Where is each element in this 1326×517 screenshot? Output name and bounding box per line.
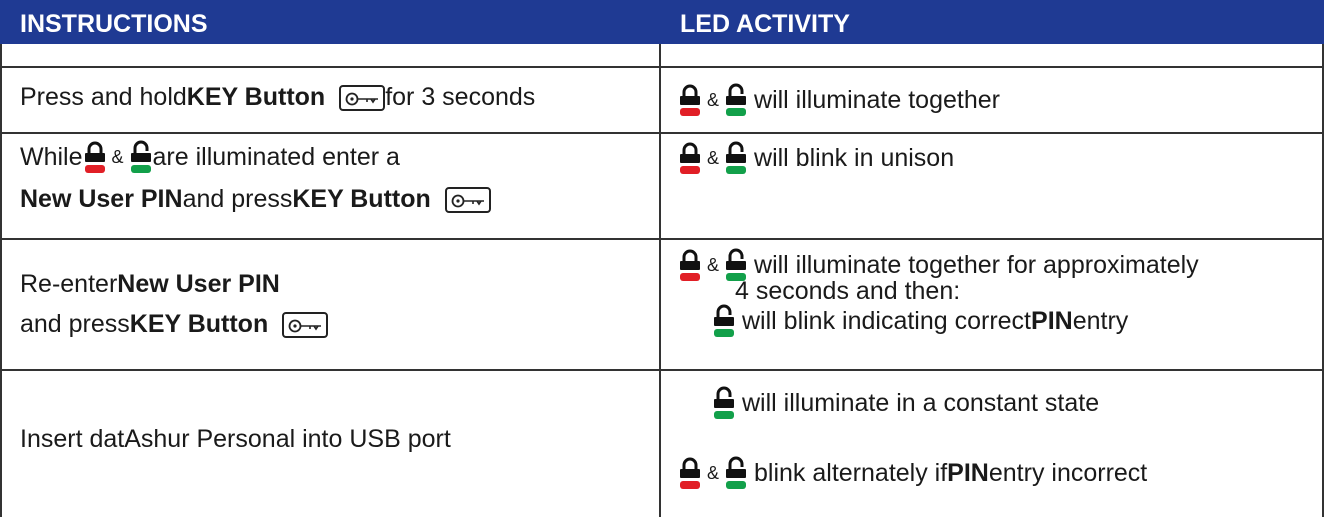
row-divider xyxy=(0,66,1324,68)
row2-led: & will blink in unison xyxy=(678,141,954,175)
row3-led-line3: will blink indicating correct PIN entry xyxy=(712,304,1128,338)
green-unlocked-led-icon xyxy=(724,141,748,175)
text: blink alternately if xyxy=(754,458,948,487)
text: are illuminated enter a xyxy=(152,142,400,171)
text: will blink in unison xyxy=(754,143,955,172)
key-button-icon xyxy=(444,186,491,213)
row1-instruction: Press and hold KEY Button for 3 seconds xyxy=(20,83,535,112)
row3-led-line2: 4 seconds and then: xyxy=(735,277,960,306)
red-locked-led-icon xyxy=(678,456,702,490)
green-unlocked-led-icon xyxy=(724,83,748,117)
key-button-label: KEY Button xyxy=(129,310,269,338)
red-locked-led-icon xyxy=(678,248,702,282)
text: and press xyxy=(20,310,130,338)
text: Insert datAshur Personal into USB port xyxy=(20,425,451,453)
text: for 3 seconds xyxy=(385,83,536,111)
new-user-pin-label: New User PIN xyxy=(117,270,280,298)
green-unlocked-led-icon xyxy=(724,456,748,490)
key-button-label: KEY Button xyxy=(292,185,431,213)
text: entry xyxy=(1072,306,1129,335)
new-user-pin-label: New User PIN xyxy=(20,185,183,213)
key-button-icon xyxy=(339,84,386,111)
red-locked-led-icon xyxy=(678,83,702,117)
ampersand: & xyxy=(707,462,720,483)
text: and press xyxy=(182,185,293,213)
text: Press and hold xyxy=(20,83,187,111)
text: will illuminate together for approximate… xyxy=(754,250,1199,279)
row-divider xyxy=(0,132,1324,134)
green-unlocked-led-icon xyxy=(712,304,736,338)
key-button-label: KEY Button xyxy=(186,83,326,111)
ampersand: & xyxy=(707,89,720,110)
text: will illuminate in a constant state xyxy=(742,388,1100,417)
row-divider xyxy=(0,238,1324,240)
text: will illuminate together xyxy=(754,85,1000,114)
green-unlocked-led-icon xyxy=(129,140,153,174)
text: 4 seconds and then: xyxy=(735,277,961,305)
text: Re-enter xyxy=(20,270,118,298)
ampersand: & xyxy=(111,146,124,167)
table-border-left xyxy=(0,44,2,517)
row-divider xyxy=(0,369,1324,371)
red-locked-led-icon xyxy=(678,141,702,175)
header-instructions: INSTRUCTIONS xyxy=(0,0,660,44)
pin-label: PIN xyxy=(947,458,989,487)
instruction-table: INSTRUCTIONS LED ACTIVITY Press and hold… xyxy=(0,0,1324,517)
row3-instruction-line1: Re-enter New User PIN xyxy=(20,270,280,299)
red-locked-led-icon xyxy=(83,140,107,174)
row3-instruction-line2: and press KEY Button xyxy=(20,310,329,339)
column-divider xyxy=(659,44,661,517)
key-button-icon xyxy=(282,311,329,338)
row2-instruction-line1: While & are illuminated enter a xyxy=(20,140,400,174)
text: will blink indicating correct xyxy=(742,306,1032,335)
row4-led-line2: & blink alternately if PIN entry incorre… xyxy=(678,456,1147,490)
header-led-activity: LED ACTIVITY xyxy=(660,0,1324,44)
row1-led: & will illuminate together xyxy=(678,83,1000,117)
text: entry incorrect xyxy=(988,458,1148,487)
table-border-right xyxy=(1322,44,1324,517)
ampersand: & xyxy=(707,254,720,275)
row2-instruction-line2: New User PIN and press KEY Button xyxy=(20,185,491,214)
row4-instruction: Insert datAshur Personal into USB port xyxy=(20,425,451,454)
text: While xyxy=(20,142,83,171)
row4-led-line1: will illuminate in a constant state xyxy=(712,386,1099,420)
pin-label: PIN xyxy=(1031,306,1073,335)
ampersand: & xyxy=(707,147,720,168)
green-unlocked-led-icon xyxy=(712,386,736,420)
